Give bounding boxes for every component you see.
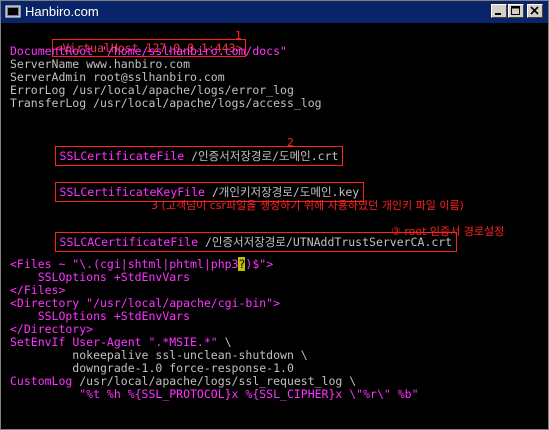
sslca-key: SSLCACertificateFile	[59, 235, 199, 249]
setenvif-c: \	[217, 335, 232, 349]
docroot-value: "/home/sslhanbiro.com/docs"	[93, 44, 287, 58]
window-title: Hanbiro.com	[25, 4, 99, 19]
sslcert-value: /인증서저장경로/도메인.crt	[184, 149, 339, 163]
app-icon	[5, 4, 21, 20]
files-open-a: <Files ~ "\.(cgi|shtml|phtml|php3	[10, 257, 239, 271]
sslcert-key: SSLCertificateFile	[59, 149, 185, 163]
maximize-button[interactable]	[508, 4, 524, 18]
annotation-2: 2	[287, 136, 294, 149]
setenvif-b: User-Agent ".*MSIE.*"	[72, 335, 218, 349]
directory-open-c: >	[273, 296, 281, 310]
close-icon	[530, 6, 539, 15]
directory-open-b: "/usr/local/apache/cgi-bin"	[86, 296, 274, 310]
terminal-content[interactable]: <VirtualHost 127.0.0.1:443> 1 DocumentRo…	[5, 25, 544, 427]
annotation-3: 3 (고객님이 csr파일을 생성하기 위해 사용하였던 개인키 파일 이름)	[151, 199, 464, 212]
terminal-window: Hanbiro.com <VirtualHost 127.0.0.1:443> …	[0, 0, 549, 430]
files-open-b: )$">	[245, 257, 274, 271]
minimize-button[interactable]	[491, 4, 507, 18]
customlog-b: /usr/local/apache/logs/ssl_request_log \	[72, 374, 357, 388]
log-format-line: "%t %h %{SSL_PROTOCOL}x %{SSL_CIPHER}x \…	[10, 387, 419, 401]
title-bar[interactable]: Hanbiro.com	[1, 1, 548, 23]
maximize-icon	[511, 6, 520, 15]
docroot-key: DocumentRoot	[10, 44, 94, 58]
customlog-a: CustomLog	[10, 374, 73, 388]
setenvif-a: SetEnvIf	[10, 335, 73, 349]
close-button[interactable]	[527, 4, 543, 18]
minimize-icon	[495, 13, 501, 15]
directory-open-a: <Directory	[10, 296, 87, 310]
annotation-4: ③ root 인증서 경로설정	[391, 225, 505, 238]
annotation-1: 1	[235, 29, 242, 42]
transferlog-line: TransferLog /usr/local/apache/logs/acces…	[10, 96, 322, 110]
